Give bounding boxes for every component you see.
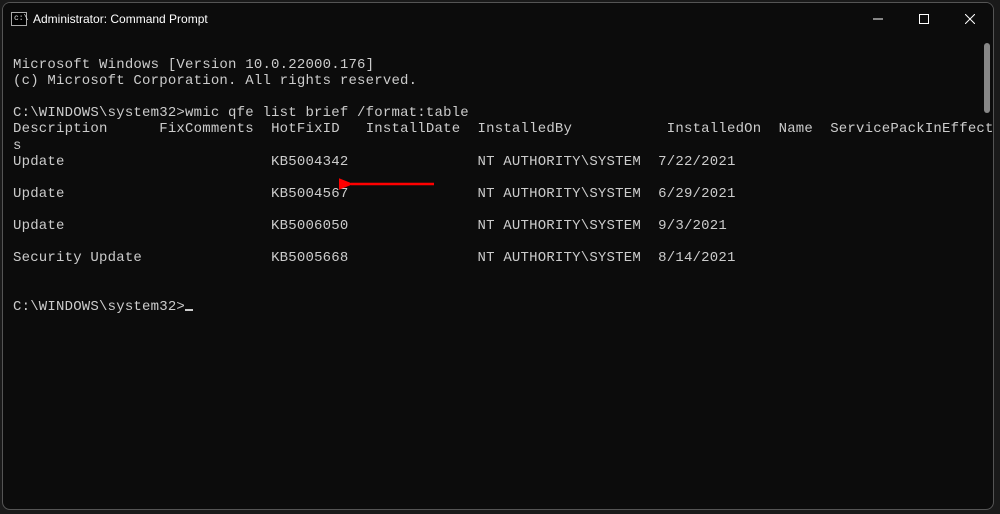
close-icon [965,14,975,24]
cell-installedby: NT AUTHORITY\SYSTEM [478,186,641,202]
table-row: Update KB5006050 NT AUTHORITY\SYSTEM 9/3… [13,218,727,234]
prompt-path: C:\WINDOWS\system32> [13,105,185,121]
hdr-status-wrap2: s [13,138,22,154]
cell-installedon: 7/22/2021 [658,154,735,170]
hdr-sp: ServicePackInEffect [830,121,993,137]
cmd-icon: c:\ [11,12,27,26]
window-title: Administrator: Command Prompt [33,12,208,26]
cell-description: Update [13,218,65,234]
cell-installedon: 8/14/2021 [658,250,735,266]
cell-description: Update [13,186,65,202]
cell-installedon: 9/3/2021 [658,218,727,234]
close-button[interactable] [947,3,993,35]
cursor-icon [185,309,193,311]
cell-installedby: NT AUTHORITY\SYSTEM [478,154,641,170]
cell-installedby: NT AUTHORITY\SYSTEM [478,250,641,266]
minimize-button[interactable] [855,3,901,35]
hdr-hotfixid: HotFixID [271,121,340,137]
cell-installedon: 6/29/2021 [658,186,735,202]
titlebar[interactable]: c:\ Administrator: Command Prompt [3,3,993,35]
command-text: wmic qfe list brief /format:table [185,105,469,121]
banner-line-1: Microsoft Windows [Version 10.0.22000.17… [13,57,374,73]
cell-description: Security Update [13,250,142,266]
cell-installedby: NT AUTHORITY\SYSTEM [478,218,641,234]
banner-line-2: (c) Microsoft Corporation. All rights re… [13,73,417,89]
window-controls [855,3,993,35]
cell-hotfixid: KB5004567 [271,186,348,202]
command-prompt-window: c:\ Administrator: Command Prompt Micros… [2,2,994,510]
hdr-name: Name [779,121,813,137]
maximize-icon [919,14,929,24]
hdr-description: Description [13,121,108,137]
cell-hotfixid: KB5006050 [271,218,348,234]
cell-hotfixid: KB5004342 [271,154,348,170]
hdr-installdate: InstallDate [366,121,461,137]
hdr-fixcomments: FixComments [159,121,254,137]
prompt-line-2: C:\WINDOWS\system32> [13,299,193,315]
cell-hotfixid: KB5005668 [271,250,348,266]
hdr-installedon: InstalledOn [667,121,762,137]
prompt-path: C:\WINDOWS\system32> [13,299,185,315]
hdr-installedby: InstalledBy [478,121,573,137]
scrollbar-thumb[interactable] [984,43,990,113]
maximize-button[interactable] [901,3,947,35]
cell-description: Update [13,154,65,170]
table-header: Description FixComments HotFixID Install… [13,121,994,137]
minimize-icon [873,14,883,24]
terminal-output[interactable]: Microsoft Windows [Version 10.0.22000.17… [3,35,993,341]
prompt-line-1: C:\WINDOWS\system32>wmic qfe list brief … [13,105,469,121]
table-row: Update KB5004567 NT AUTHORITY\SYSTEM 6/2… [13,186,736,202]
titlebar-left: c:\ Administrator: Command Prompt [11,12,208,26]
table-row: Update KB5004342 NT AUTHORITY\SYSTEM 7/2… [13,154,736,170]
table-row: Security Update KB5005668 NT AUTHORITY\S… [13,250,736,266]
